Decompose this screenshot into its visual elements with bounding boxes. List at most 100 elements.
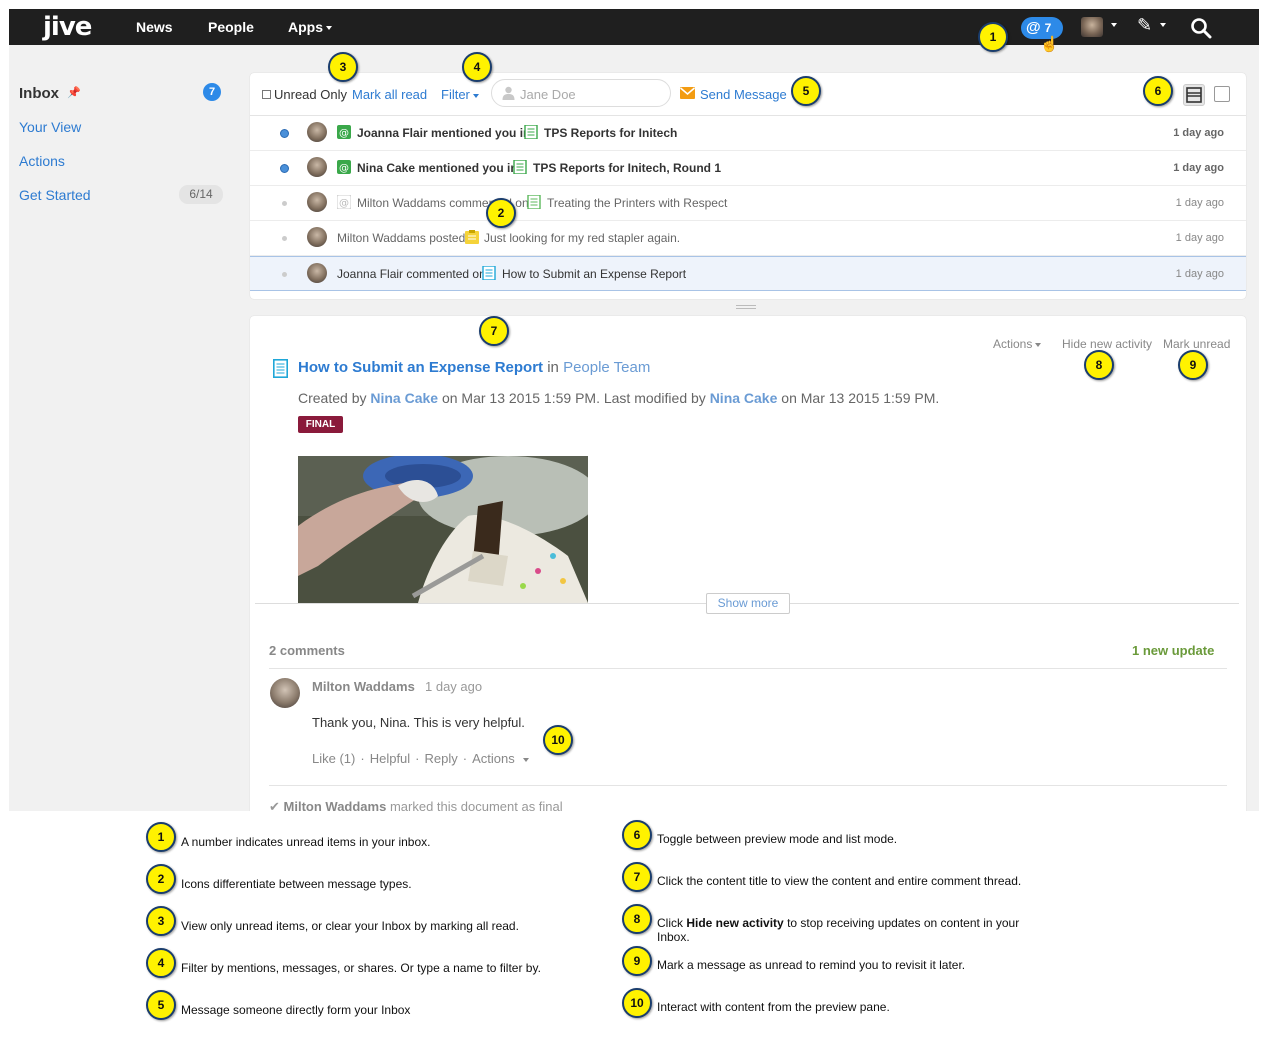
comment-actions-dropdown[interactable]: Actions: [472, 751, 515, 766]
callout-10: 10: [543, 725, 573, 755]
read-indicator[interactable]: [282, 201, 287, 206]
row-message: Milton Waddams posted: [337, 231, 466, 245]
separator: ·: [462, 751, 468, 766]
chevron-down-icon: [1035, 342, 1042, 347]
comment-timestamp: 1 day ago: [425, 679, 483, 694]
nav-people[interactable]: People: [208, 19, 254, 35]
at-sign-icon: @: [1026, 19, 1041, 36]
hand-cursor-icon: ☝: [1040, 36, 1059, 53]
top-nav-bar: jive News People Apps @7 ☝ ✎: [9, 9, 1259, 53]
unread-indicator[interactable]: [280, 164, 289, 173]
row-content-title: Treating the Printers with Respect: [547, 196, 728, 210]
comments-count: 2 comments: [269, 643, 345, 658]
legend-number-2: 2: [146, 864, 176, 894]
callout-5: 5: [791, 76, 821, 106]
nav-news[interactable]: News: [136, 19, 173, 35]
avatar: [307, 227, 327, 247]
inbox-toolbar: Unread Only Mark all read Filter Jane Do…: [250, 73, 1246, 116]
sidebar-item-your-view[interactable]: Your View: [19, 119, 81, 135]
inbox-row[interactable]: @ Joanna Flair mentioned you in TPS Repo…: [250, 116, 1246, 151]
preview-mode-icon: [1186, 87, 1202, 103]
like-button[interactable]: Like (1): [312, 751, 355, 766]
content-meta: Created by Nina Cake on Mar 13 2015 1:59…: [298, 390, 939, 406]
pin-icon[interactable]: 📌: [67, 86, 81, 99]
legend-text-5: Message someone directly form your Inbox: [181, 1003, 411, 1017]
mark-all-read-link[interactable]: Mark all read: [352, 87, 427, 102]
inbox-row[interactable]: @ Milton Waddams commented on Treating t…: [250, 186, 1246, 221]
read-indicator[interactable]: [282, 236, 287, 241]
pane-resize-handle[interactable]: [736, 305, 756, 309]
checkmark-icon: ✔: [269, 799, 280, 811]
status-update-icon: [465, 230, 479, 244]
sidebar-item-actions[interactable]: Actions: [19, 153, 65, 169]
helpful-button[interactable]: Helpful: [370, 751, 410, 766]
filter-label: Filter: [441, 87, 470, 102]
hide-new-activity-link[interactable]: Hide new activity: [1062, 337, 1152, 351]
person-icon: [502, 86, 515, 100]
mentions-count: 7: [1044, 21, 1052, 35]
name-filter-input[interactable]: [491, 79, 671, 107]
unread-only-label[interactable]: Unread Only: [274, 87, 347, 102]
legend-text-6: Toggle between preview mode and list mod…: [657, 832, 898, 846]
preview-mode-toggle[interactable]: [1183, 84, 1205, 106]
inbox-row-selected[interactable]: Joanna Flair commented on How to Submit …: [250, 256, 1246, 291]
mention-icon: @: [337, 195, 351, 209]
comment-actions: Like (1) · Helpful · Reply · Actions: [312, 751, 529, 766]
cake-cutting-photo: [298, 456, 588, 603]
content-title-link[interactable]: How to Submit an Expense Report: [298, 359, 543, 376]
nav-apps-label: Apps: [288, 19, 323, 35]
sidebar-item-inbox[interactable]: Inbox: [19, 85, 59, 102]
comment-body: Thank you, Nina. This is very helpful.: [312, 715, 525, 730]
filter-dropdown[interactable]: Filter: [441, 87, 479, 102]
callout-1: 1: [978, 22, 1008, 52]
legend-text-3: View only unread items, or clear your In…: [181, 919, 519, 933]
new-update-link[interactable]: 1 new update: [1132, 643, 1214, 658]
comment-author[interactable]: Milton Waddams: [312, 679, 415, 694]
mark-unread-link[interactable]: Mark unread: [1163, 337, 1230, 351]
final-note-author[interactable]: Milton Waddams: [284, 799, 387, 811]
content-place-link[interactable]: People Team: [563, 359, 650, 376]
list-mode-toggle[interactable]: [1214, 86, 1230, 102]
creator-link[interactable]: Nina Cake: [370, 390, 438, 406]
preview-actions-dropdown[interactable]: Actions: [993, 337, 1042, 351]
callout-7: 7: [479, 316, 509, 346]
nav-apps[interactable]: Apps: [288, 19, 332, 35]
search-icon[interactable]: [1190, 17, 1212, 39]
inbox-row[interactable]: Milton Waddams posted Just looking for m…: [250, 221, 1246, 256]
row-content-title: How to Submit an Expense Report: [502, 267, 687, 281]
chevron-down-icon: [472, 93, 479, 98]
meta-created-by: Created by: [298, 390, 367, 406]
row-content-title: TPS Reports for Initech, Round 1: [533, 161, 722, 175]
unread-only-checkbox[interactable]: [262, 90, 271, 99]
avatar[interactable]: [270, 678, 300, 708]
callout-3: 3: [328, 52, 358, 82]
row-timestamp: 1 day ago: [1173, 127, 1224, 139]
pencil-icon[interactable]: ✎: [1137, 15, 1152, 36]
jive-logo[interactable]: jive: [43, 12, 92, 42]
name-filter-placeholder[interactable]: Jane Doe: [520, 87, 576, 102]
row-message: Joanna Flair commented on: [337, 267, 486, 281]
inbox-list-panel: Unread Only Mark all read Filter Jane Do…: [250, 73, 1246, 299]
divider: [269, 785, 1227, 786]
get-started-progress: 6/14: [179, 185, 223, 204]
send-message-link[interactable]: Send Message: [700, 87, 787, 102]
chevron-down-icon: [1111, 23, 1117, 27]
legend-number-6: 6: [622, 820, 652, 850]
user-avatar[interactable]: [1081, 17, 1103, 37]
read-indicator[interactable]: [282, 272, 287, 277]
modifier-link[interactable]: Nina Cake: [710, 390, 778, 406]
reply-button[interactable]: Reply: [425, 751, 458, 766]
final-status-note: ✔ Milton Waddams marked this document as…: [269, 799, 563, 811]
row-message: Nina Cake mentioned you in: [357, 161, 518, 175]
legend-number-10: 10: [622, 988, 652, 1018]
unread-indicator[interactable]: [280, 129, 289, 138]
show-more-button[interactable]: Show more: [706, 593, 790, 614]
sidebar-item-get-started[interactable]: Get Started: [19, 187, 91, 203]
legend-number-9: 9: [622, 946, 652, 976]
inbox-row[interactable]: @ Nina Cake mentioned you in TPS Reports…: [250, 151, 1246, 186]
jive-inbox-screen: jive News People Apps @7 ☝ ✎ Inbox 📌 7 Y…: [9, 9, 1259, 811]
svg-text:@: @: [339, 198, 349, 209]
row-timestamp: 1 day ago: [1173, 162, 1224, 174]
content-title-line: How to Submit an Expense Report in Peopl…: [298, 359, 650, 376]
envelope-icon[interactable]: [680, 87, 695, 99]
